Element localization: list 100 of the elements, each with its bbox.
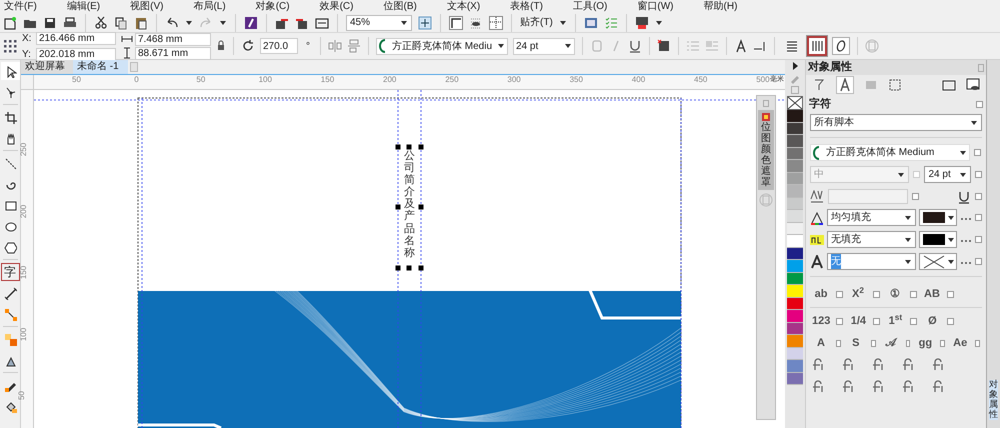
menu-item[interactable]: 对象(C) bbox=[256, 2, 290, 12]
checkbox[interactable] bbox=[947, 290, 954, 298]
menu-item[interactable]: 窗口(W) bbox=[637, 2, 674, 12]
color-swatch[interactable] bbox=[787, 110, 803, 122]
reference-point-icon[interactable] bbox=[3, 39, 17, 53]
menu-item[interactable]: 工具(O) bbox=[572, 2, 608, 12]
copy-icon[interactable] bbox=[114, 16, 128, 30]
outline-tab-icon[interactable] bbox=[812, 78, 826, 92]
window-icon[interactable] bbox=[942, 78, 956, 92]
vertical-text[interactable]: 公司简介及产品名称 bbox=[404, 150, 415, 259]
color-swatch[interactable] bbox=[787, 335, 803, 348]
grid-icon[interactable] bbox=[469, 16, 483, 30]
caret-icon[interactable] bbox=[947, 214, 956, 222]
rulers-icon[interactable] bbox=[449, 16, 463, 30]
clipboard-icon[interactable] bbox=[134, 16, 148, 30]
checkbox[interactable] bbox=[873, 318, 880, 324]
no-color-swatch[interactable] bbox=[787, 96, 803, 110]
background-type-dropdown[interactable]: 无填充 bbox=[827, 231, 916, 248]
preview-icon[interactable] bbox=[966, 78, 980, 92]
caret-icon[interactable] bbox=[897, 170, 906, 178]
checkbox[interactable] bbox=[910, 318, 918, 324]
text-tool[interactable]: 字 bbox=[0, 263, 20, 281]
new-document-icon[interactable] bbox=[3, 16, 17, 30]
opentype-feature-button[interactable]: 1$^{st}$ bbox=[886, 312, 904, 330]
menu-item[interactable]: 表格(T) bbox=[510, 2, 543, 12]
document-tab[interactable]: 欢迎屏幕 bbox=[21, 60, 73, 74]
menu-item[interactable]: 效果(C) bbox=[320, 2, 354, 12]
color-swatch[interactable] bbox=[787, 235, 803, 248]
menu-item[interactable]: 文件(F) bbox=[4, 2, 37, 12]
checkbox[interactable] bbox=[913, 171, 920, 178]
opentype-feature-button[interactable]: S bbox=[846, 334, 865, 352]
underline-icon[interactable] bbox=[628, 39, 642, 53]
caret-icon[interactable] bbox=[558, 18, 567, 26]
edit-text-icon[interactable] bbox=[753, 39, 767, 53]
color-swatch[interactable] bbox=[787, 222, 803, 235]
guidelines-icon[interactable] bbox=[489, 16, 503, 30]
caret-icon[interactable] bbox=[970, 118, 978, 126]
width-field[interactable]: 7.468 mm bbox=[135, 32, 211, 46]
character-tab[interactable] bbox=[836, 76, 854, 94]
zoom-level-dropdown[interactable]: 45% bbox=[346, 14, 412, 30]
font-family-dropdown[interactable]: 方正爵克体简体 Mediu bbox=[376, 38, 508, 54]
color-swatch[interactable] bbox=[787, 122, 803, 135]
opentype-feature-button[interactable]: gg bbox=[916, 334, 934, 352]
opentype-feature-button[interactable]: Ae bbox=[951, 334, 970, 352]
checkbox[interactable] bbox=[836, 318, 844, 324]
opentype-feature-button[interactable]: 123 bbox=[812, 312, 830, 330]
zoom-fit-icon[interactable] bbox=[418, 16, 432, 30]
menu-item[interactable]: 编辑(E) bbox=[66, 2, 100, 12]
color-swatch[interactable] bbox=[787, 185, 803, 198]
frame-tab-icon[interactable] bbox=[888, 78, 902, 92]
font-size-dropdown[interactable]: 24 pt bbox=[924, 166, 971, 183]
fill-type-dropdown[interactable]: 均匀填充 bbox=[827, 209, 916, 226]
opentype-feature-button[interactable]: 1/4 bbox=[849, 312, 868, 330]
color-swatch[interactable] bbox=[787, 285, 803, 298]
color-swatch[interactable] bbox=[787, 148, 803, 160]
caret-icon[interactable] bbox=[959, 170, 967, 178]
opentype-feature-button[interactable]: Ø bbox=[923, 312, 942, 330]
underline-icon[interactable] bbox=[957, 190, 971, 204]
y-position-field[interactable]: 202.018 mm bbox=[36, 48, 116, 60]
scissors-icon[interactable] bbox=[94, 16, 108, 30]
color-swatch[interactable] bbox=[787, 372, 803, 385]
caret-icon[interactable] bbox=[959, 148, 967, 156]
caret-icon[interactable] bbox=[497, 42, 505, 50]
caret-icon[interactable] bbox=[219, 18, 227, 26]
side-tab[interactable]: 对象属性 bbox=[989, 380, 998, 420]
menu-item[interactable]: 文本(X) bbox=[446, 2, 480, 12]
checkbox[interactable] bbox=[975, 193, 982, 200]
color-swatch[interactable] bbox=[787, 172, 803, 185]
caret-icon[interactable] bbox=[904, 258, 912, 266]
undo-icon[interactable] bbox=[165, 16, 179, 30]
menu-item[interactable]: 位图(B) bbox=[383, 2, 417, 12]
checkbox[interactable] bbox=[975, 171, 982, 178]
play-icon[interactable] bbox=[790, 60, 800, 72]
opentype-feature-button[interactable]: ① bbox=[886, 286, 904, 302]
checkbox[interactable] bbox=[975, 258, 982, 265]
opentype-feature-button[interactable]: 𝒜 bbox=[882, 334, 900, 352]
checkbox[interactable] bbox=[947, 318, 954, 324]
menu-item[interactable]: 帮助(H) bbox=[704, 2, 738, 12]
caret-icon[interactable] bbox=[904, 214, 912, 222]
checkbox[interactable] bbox=[870, 340, 876, 346]
checkbox[interactable] bbox=[906, 340, 910, 346]
checkbox[interactable] bbox=[976, 101, 983, 108]
rotation-angle-field[interactable]: 270.0 bbox=[260, 38, 298, 54]
checkbox[interactable] bbox=[910, 290, 917, 298]
color-swatch[interactable] bbox=[787, 248, 803, 260]
checkbox[interactable] bbox=[836, 290, 843, 298]
opentype-feature-button[interactable]: ab bbox=[812, 286, 830, 302]
document-tab[interactable]: 未命名 -1 bbox=[73, 60, 128, 74]
kerning-field[interactable] bbox=[828, 189, 908, 204]
character-formatting-icon[interactable] bbox=[734, 39, 748, 53]
font-size-dropdown[interactable]: 24 pt bbox=[513, 38, 575, 54]
kerning-icon[interactable] bbox=[810, 190, 824, 204]
checkbox[interactable] bbox=[940, 340, 946, 346]
checklist-icon[interactable] bbox=[604, 16, 618, 30]
color-swatch[interactable] bbox=[787, 135, 803, 148]
caret-icon[interactable] bbox=[185, 18, 193, 26]
color-swatch[interactable] bbox=[787, 348, 803, 360]
caret-icon[interactable] bbox=[400, 18, 408, 26]
caret-icon[interactable] bbox=[564, 42, 572, 50]
menu-item[interactable]: 布局(L) bbox=[193, 2, 226, 12]
